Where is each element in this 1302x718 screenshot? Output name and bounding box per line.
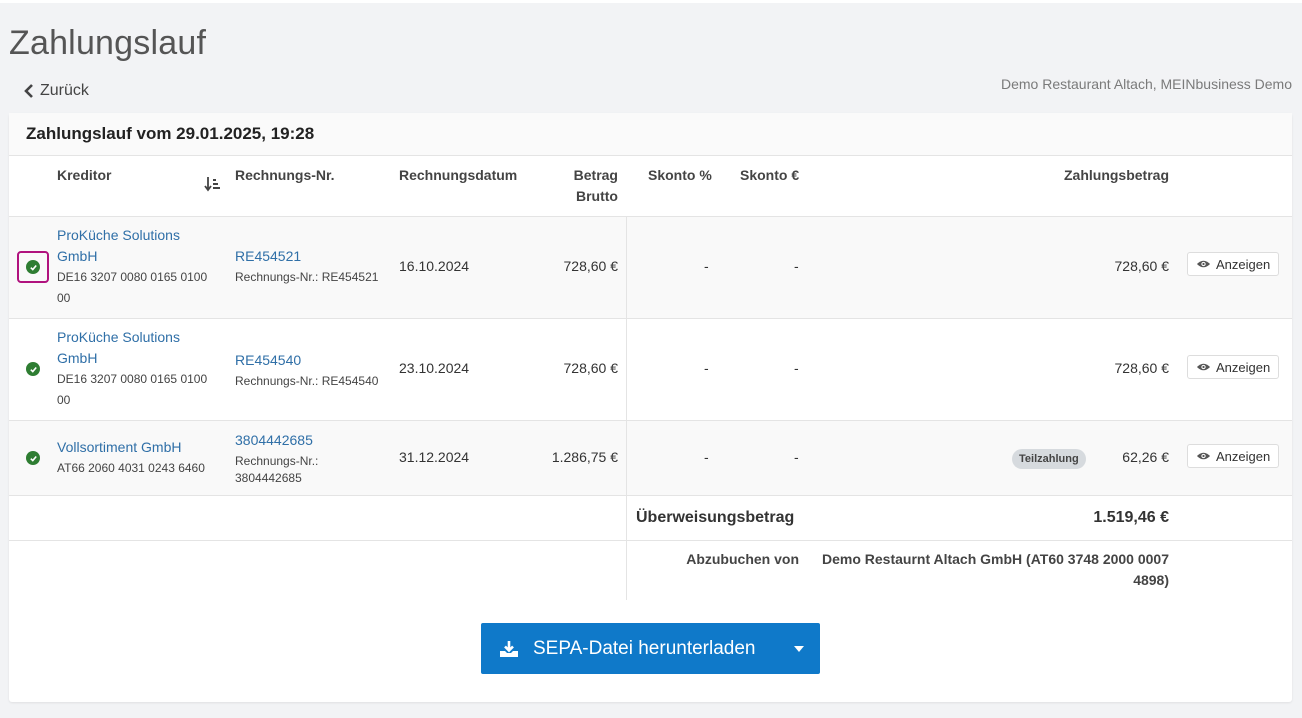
invoice-sub: Rechnungs-Nr.: RE454540 <box>235 374 379 388</box>
skonto-pct: - <box>704 449 709 465</box>
debit-label: Abzubuchen von <box>686 551 799 567</box>
back-link[interactable]: Zurück <box>24 82 89 100</box>
payment-amount: 728,60 € <box>1114 360 1170 376</box>
sort-icon[interactable] <box>204 176 220 192</box>
header-betrag: Betrag Brutto <box>539 165 618 207</box>
view-button[interactable]: Anzeigen <box>1187 355 1280 379</box>
invoice-date: 16.10.2024 <box>399 258 470 274</box>
check-circle-icon[interactable] <box>26 260 40 274</box>
eye-icon <box>1196 452 1211 460</box>
invoice-date: 31.12.2024 <box>399 449 470 465</box>
page-title: Zahlungslauf <box>9 24 207 62</box>
view-button[interactable]: Anzeigen <box>1187 444 1280 468</box>
creditor-name-line1: ProKüche Solutions <box>57 227 180 243</box>
header-rechnungs-nr: Rechnungs-Nr. <box>235 167 335 183</box>
invoice-cell: RE454540 Rechnungs-Nr.: RE454540 <box>235 350 378 392</box>
header-skonto-eur: Skonto € <box>740 167 800 183</box>
caret-down-icon <box>794 645 804 652</box>
creditor-cell: Vollsortiment GmbH AT66 2060 4031 0243 6… <box>57 437 205 479</box>
column-divider <box>626 217 627 600</box>
header-kreditor: Kreditor <box>57 167 112 183</box>
row-divider-2 <box>9 420 1292 421</box>
partial-payment-badge: Teilzahlung <box>1012 449 1086 469</box>
invoice-link[interactable]: 3804442685 <box>235 430 318 451</box>
creditor-iban-line2: 00 <box>57 291 71 305</box>
company-name: Demo Restaurant Altach, MEINbusiness Dem… <box>1000 76 1292 92</box>
creditor-name-line1: ProKüche Solutions <box>57 329 180 345</box>
creditor-iban-line1: DE16 3207 0080 0165 0100 <box>57 270 208 284</box>
skonto-eur: - <box>794 258 799 274</box>
chevron-left-icon <box>24 84 33 98</box>
check-circle-icon[interactable] <box>26 451 40 465</box>
creditor-iban-line1: DE16 3207 0080 0165 0100 <box>57 372 208 386</box>
creditor-iban-line1: AT66 2060 4031 0243 6460 <box>57 461 205 475</box>
header-betrag-line2: Brutto <box>576 188 618 204</box>
transfer-value: 1.519,46 € <box>1093 509 1169 526</box>
creditor-name-line2: GmbH <box>57 350 98 366</box>
transfer-label: Überweisungsbetrag <box>636 509 795 526</box>
header-zahlungsbetrag: Zahlungsbetrag <box>1063 167 1169 183</box>
eye-icon <box>1196 363 1211 371</box>
top-border <box>0 0 1302 3</box>
skonto-eur: - <box>794 360 799 376</box>
back-label: Zurück <box>40 82 89 99</box>
gross-amount: 728,60 € <box>563 360 619 376</box>
skonto-pct: - <box>704 258 709 274</box>
payment-run-card: Zahlungslauf vom 29.01.2025, 19:28 Kredi… <box>9 113 1292 702</box>
sepa-download-main[interactable]: SEPA-Datei herunterladen <box>481 623 778 674</box>
invoice-cell: 3804442685 Rechnungs-Nr.: 3804442685 <box>235 430 318 489</box>
creditor-cell: ProKüche Solutions GmbH DE16 3207 0080 0… <box>57 225 207 309</box>
invoice-sub: Rechnungs-Nr.: RE454521 <box>235 270 379 284</box>
gross-amount: 728,60 € <box>563 258 619 274</box>
invoice-date: 23.10.2024 <box>399 360 470 376</box>
creditor-cell: ProKüche Solutions GmbH DE16 3207 0080 0… <box>57 327 207 411</box>
download-icon <box>500 640 518 657</box>
skonto-eur: - <box>794 449 799 465</box>
header-skonto-pct: Skonto % <box>648 167 712 183</box>
row-divider-1 <box>9 318 1292 319</box>
invoice-cell: RE454521 Rechnungs-Nr.: RE454521 <box>235 246 378 288</box>
sepa-dropdown-toggle[interactable] <box>778 623 820 674</box>
check-circle-icon[interactable] <box>26 362 40 376</box>
gross-amount: 1.286,75 € <box>551 449 618 465</box>
card-title: Zahlungslauf vom 29.01.2025, 19:28 <box>9 113 1292 156</box>
invoice-link[interactable]: RE454540 <box>235 350 378 371</box>
view-label: Anzeigen <box>1216 448 1271 464</box>
skonto-pct: - <box>704 360 709 376</box>
debit-value: Demo Restaurnt Altach GmbH (AT60 3748 20… <box>809 549 1169 591</box>
sepa-label: SEPA-Datei herunterladen <box>533 637 756 659</box>
creditor-link[interactable]: Vollsortiment GmbH <box>57 437 205 458</box>
creditor-name-line2: GmbH <box>57 248 98 264</box>
row-divider-4 <box>9 540 1292 541</box>
view-button[interactable]: Anzeigen <box>1187 252 1280 276</box>
view-label: Anzeigen <box>1216 359 1271 375</box>
row-divider-3 <box>9 495 1292 496</box>
sepa-download-button[interactable]: SEPA-Datei herunterladen <box>481 623 820 674</box>
payment-amount: 728,60 € <box>1114 258 1170 274</box>
debit-value-line2: 4898) <box>1133 572 1169 588</box>
invoice-link[interactable]: RE454521 <box>235 246 378 267</box>
debit-value-line1: Demo Restaurnt Altach GmbH (AT60 3748 20… <box>821 551 1169 567</box>
view-label: Anzeigen <box>1216 256 1271 272</box>
creditor-link[interactable]: ProKüche Solutions GmbH <box>57 327 207 369</box>
creditor-link[interactable]: ProKüche Solutions GmbH <box>57 225 207 267</box>
header-betrag-line1: Betrag <box>573 167 618 183</box>
creditor-iban-line2: 00 <box>57 393 71 407</box>
payment-amount: 62,26 € <box>1122 449 1169 465</box>
header-rechnungsdatum: Rechnungsdatum <box>399 167 518 183</box>
eye-icon <box>1196 260 1211 268</box>
